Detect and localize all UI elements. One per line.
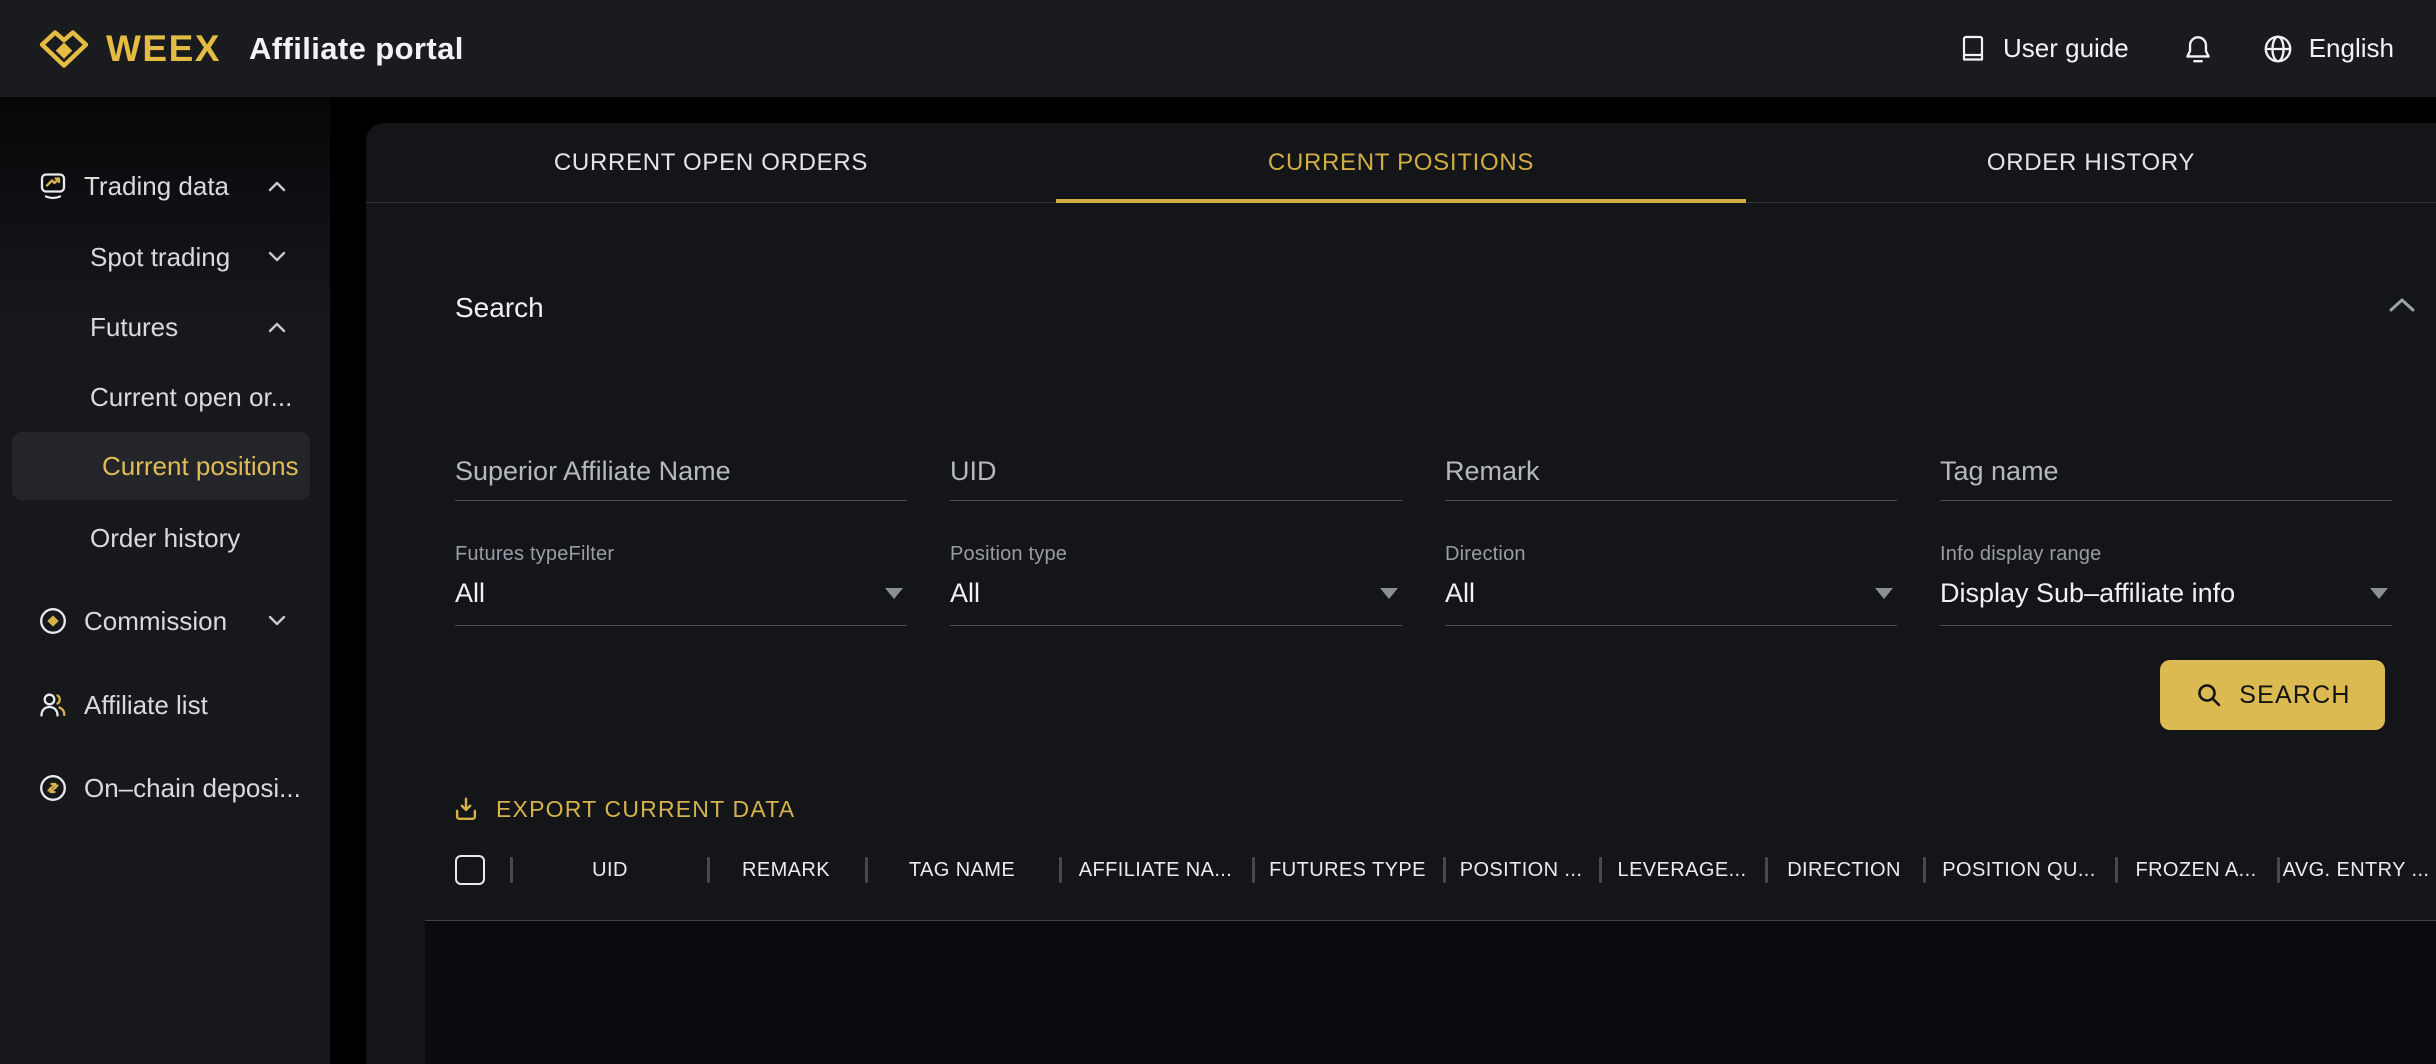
tab-order-history[interactable]: ORDER HISTORY bbox=[1746, 123, 2436, 202]
sidebar-item-label: Order history bbox=[90, 523, 240, 554]
sidebar-item-commission[interactable]: Commission bbox=[0, 601, 330, 641]
select-label: Info display range bbox=[1940, 543, 2392, 566]
select-value: All bbox=[455, 578, 485, 609]
caret-down-icon bbox=[2370, 588, 2388, 599]
sidebar-item-label: Commission bbox=[84, 606, 227, 637]
select-position-type: Position type All bbox=[950, 543, 1402, 626]
column-header-affiliate-na: AFFILIATE NA... bbox=[1059, 853, 1252, 887]
user-guide-label: User guide bbox=[2003, 33, 2129, 64]
on-chain-deposit-icon bbox=[38, 773, 68, 803]
field-remark bbox=[1445, 443, 1897, 501]
select-futures-type-filter: Futures typeFilter All bbox=[455, 543, 907, 626]
sidebar-item-label: On–chain deposi... bbox=[84, 773, 301, 804]
export-label: EXPORT CURRENT DATA bbox=[496, 796, 795, 823]
search-button-label: SEARCH bbox=[2239, 681, 2350, 710]
select-label: Position type bbox=[950, 543, 1402, 566]
select-value: All bbox=[1445, 578, 1475, 609]
position-type-dropdown[interactable]: All bbox=[950, 578, 1402, 626]
column-header-frozen-a: FROZEN A... bbox=[2115, 853, 2277, 887]
sidebar-item-on-chain-deposit[interactable]: On–chain deposi... bbox=[0, 768, 330, 808]
column-header-uid: UID bbox=[513, 853, 707, 887]
chevron-up-icon bbox=[266, 179, 288, 193]
futures-type-filter-dropdown[interactable]: All bbox=[455, 578, 907, 626]
select-all-checkbox[interactable] bbox=[455, 855, 485, 885]
commission-icon bbox=[38, 606, 68, 636]
column-header-avg-entry: AVG. ENTRY ... bbox=[2277, 853, 2435, 887]
download-icon bbox=[452, 795, 480, 823]
column-header-direction: DIRECTION bbox=[1765, 853, 1923, 887]
field-superior-affiliate-name bbox=[455, 443, 907, 501]
export-current-data-button[interactable]: EXPORT CURRENT DATA bbox=[452, 795, 795, 823]
tab-label: CURRENT POSITIONS bbox=[1268, 149, 1534, 177]
uid-input[interactable] bbox=[950, 443, 1402, 500]
sidebar-item-label: Current positions bbox=[102, 451, 299, 482]
direction-dropdown[interactable]: All bbox=[1445, 578, 1897, 626]
trading-data-icon bbox=[38, 171, 68, 201]
sidebar-item-label: Affiliate list bbox=[84, 690, 208, 721]
bell-icon bbox=[2181, 32, 2215, 66]
sidebar-item-affiliate-list[interactable]: Affiliate list bbox=[0, 685, 330, 725]
chevron-up-icon bbox=[2386, 295, 2418, 315]
sidebar-item-current-open-orders[interactable]: Current open or... bbox=[0, 377, 330, 417]
brand[interactable]: WEEX bbox=[36, 27, 221, 71]
chevron-up-icon bbox=[266, 320, 288, 334]
collapse-search-button[interactable] bbox=[2386, 295, 2418, 315]
info-display-range-dropdown[interactable]: Display Sub–affiliate info bbox=[1940, 578, 2392, 626]
select-label: Futures typeFilter bbox=[455, 543, 907, 566]
column-header-position-qu: POSITION QU... bbox=[1923, 853, 2115, 887]
sidebar-item-current-positions[interactable]: Current positions bbox=[12, 432, 310, 500]
superior-affiliate-name-input[interactable] bbox=[455, 443, 907, 500]
search-button[interactable]: SEARCH bbox=[2160, 660, 2385, 730]
column-header-tag-name: TAG NAME bbox=[865, 853, 1059, 887]
notifications-button[interactable] bbox=[2181, 32, 2215, 66]
caret-down-icon bbox=[885, 588, 903, 599]
column-header-remark: REMARK bbox=[707, 853, 865, 887]
remark-input[interactable] bbox=[1445, 443, 1897, 500]
select-direction: Direction All bbox=[1445, 543, 1897, 626]
tab-current-open-orders[interactable]: CURRENT OPEN ORDERS bbox=[366, 123, 1056, 202]
table-header-row: UIDREMARKTAG NAMEAFFILIATE NA...FUTURES … bbox=[455, 853, 2435, 887]
chevron-down-icon bbox=[266, 614, 288, 628]
affiliate-list-icon bbox=[38, 690, 68, 720]
table-body-empty bbox=[425, 920, 2436, 1064]
top-bar: WEEX Affiliate portal User guide bbox=[0, 0, 2436, 97]
sidebar-item-futures[interactable]: Futures bbox=[0, 307, 330, 347]
sidebar-item-order-history[interactable]: Order history bbox=[0, 518, 330, 558]
column-header-futures-type: FUTURES TYPE bbox=[1252, 853, 1443, 887]
sidebar-item-label: Current open or... bbox=[90, 382, 292, 413]
caret-down-icon bbox=[1875, 588, 1893, 599]
column-header-leverage: LEVERAGE... bbox=[1599, 853, 1765, 887]
field-uid bbox=[950, 443, 1402, 501]
tab-current-positions[interactable]: CURRENT POSITIONS bbox=[1056, 123, 1746, 202]
main-card: CURRENT OPEN ORDERS CURRENT POSITIONS ORDE… bbox=[366, 123, 2436, 1064]
select-value: All bbox=[950, 578, 980, 609]
sidebar-item-trading-data[interactable]: Trading data bbox=[0, 166, 330, 206]
language-selector[interactable]: English bbox=[2261, 32, 2394, 66]
field-tag-name bbox=[1940, 443, 2392, 501]
sidebar-item-label: Trading data bbox=[84, 171, 229, 202]
tab-label: CURRENT OPEN ORDERS bbox=[554, 149, 868, 177]
sidebar-item-spot-trading[interactable]: Spot trading bbox=[0, 237, 330, 277]
search-icon bbox=[2194, 680, 2224, 710]
tag-name-input[interactable] bbox=[1940, 443, 2392, 500]
sidebar-item-label: Futures bbox=[90, 312, 178, 343]
book-icon bbox=[1957, 33, 1989, 65]
user-guide-link[interactable]: User guide bbox=[1957, 33, 2129, 65]
caret-down-icon bbox=[1380, 588, 1398, 599]
search-section-title: Search bbox=[455, 292, 544, 324]
chevron-down-icon bbox=[266, 250, 288, 264]
column-header-position: POSITION ... bbox=[1443, 853, 1599, 887]
language-label: English bbox=[2309, 33, 2394, 64]
page-title: Affiliate portal bbox=[249, 31, 464, 67]
brand-name: WEEX bbox=[106, 28, 221, 70]
select-label: Direction bbox=[1445, 543, 1897, 566]
tab-bar: CURRENT OPEN ORDERS CURRENT POSITIONS ORDE… bbox=[366, 123, 2436, 203]
sidebar-nav: Trading data Spot trading Futures Current o… bbox=[0, 97, 330, 1064]
select-info-display-range: Info display range Display Sub–affiliate … bbox=[1940, 543, 2392, 626]
tab-label: ORDER HISTORY bbox=[1987, 149, 2195, 177]
weex-logo-icon bbox=[36, 27, 92, 71]
sidebar-item-label: Spot trading bbox=[90, 242, 230, 273]
globe-icon bbox=[2261, 32, 2295, 66]
select-value: Display Sub–affiliate info bbox=[1940, 578, 2235, 609]
